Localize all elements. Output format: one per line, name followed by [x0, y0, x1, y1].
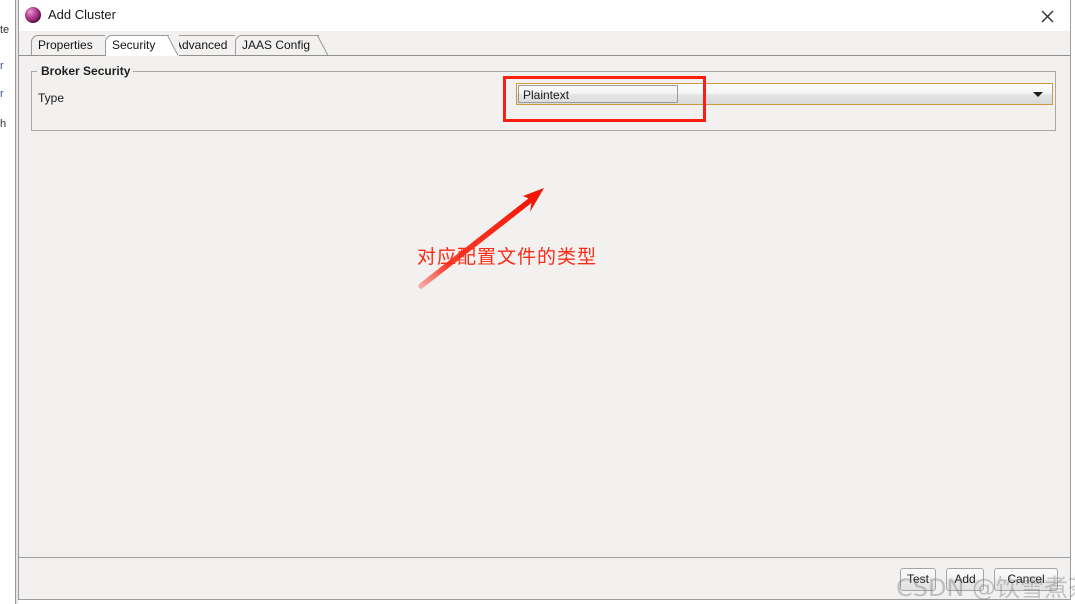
test-button[interactable]: Test: [900, 568, 936, 591]
type-label: Type: [38, 91, 65, 105]
tab-security-label: Security: [112, 38, 156, 52]
security-type-dropdown[interactable]: Plaintext: [516, 83, 1053, 105]
broker-security-title: Broker Security: [38, 64, 134, 78]
background-text-fragment: r: [0, 60, 4, 72]
add-button[interactable]: Add: [946, 568, 984, 591]
security-type-value: Plaintext: [523, 88, 570, 102]
security-type-dropdown-field[interactable]: Plaintext: [518, 85, 678, 103]
tab-jaas-config-label: JAAS Config: [242, 38, 311, 52]
broker-security-group: Broker Security Type Plaintext: [31, 64, 1056, 131]
group-box-border-top-left: [31, 71, 37, 72]
close-button[interactable]: [1025, 0, 1070, 31]
tab-advanced-label: Advanced: [174, 38, 228, 52]
group-box-border-top-right: [133, 71, 1056, 72]
tab-strip: Properties Security Advanced JAAS Config: [19, 31, 1070, 56]
background-text-fragment: h: [0, 118, 7, 130]
tab-jaas-config[interactable]: JAAS Config: [235, 35, 329, 56]
annotation-arrow-icon: [418, 188, 544, 289]
security-tab-panel: Broker Security Type Plaintext 对应配置文件的类型: [19, 56, 1070, 558]
tab-security[interactable]: Security: [105, 35, 179, 56]
cancel-button[interactable]: Cancel: [994, 568, 1058, 591]
purple-sphere-icon: [25, 7, 41, 23]
close-icon: [1041, 10, 1054, 23]
title-bar: Add Cluster: [19, 0, 1070, 32]
background-text-fragment: r: [0, 88, 4, 100]
chevron-down-icon[interactable]: [1033, 92, 1043, 97]
add-cluster-dialog: Add Cluster Properties Security Advanced…: [18, 0, 1071, 600]
annotation-text: 对应配置文件的类型: [417, 246, 598, 268]
tab-properties-label: Properties: [38, 38, 93, 52]
background-text-fragment: te: [0, 24, 10, 36]
window-title: Add Cluster: [48, 7, 116, 22]
dialog-button-bar: Test Add Cancel: [19, 557, 1070, 599]
